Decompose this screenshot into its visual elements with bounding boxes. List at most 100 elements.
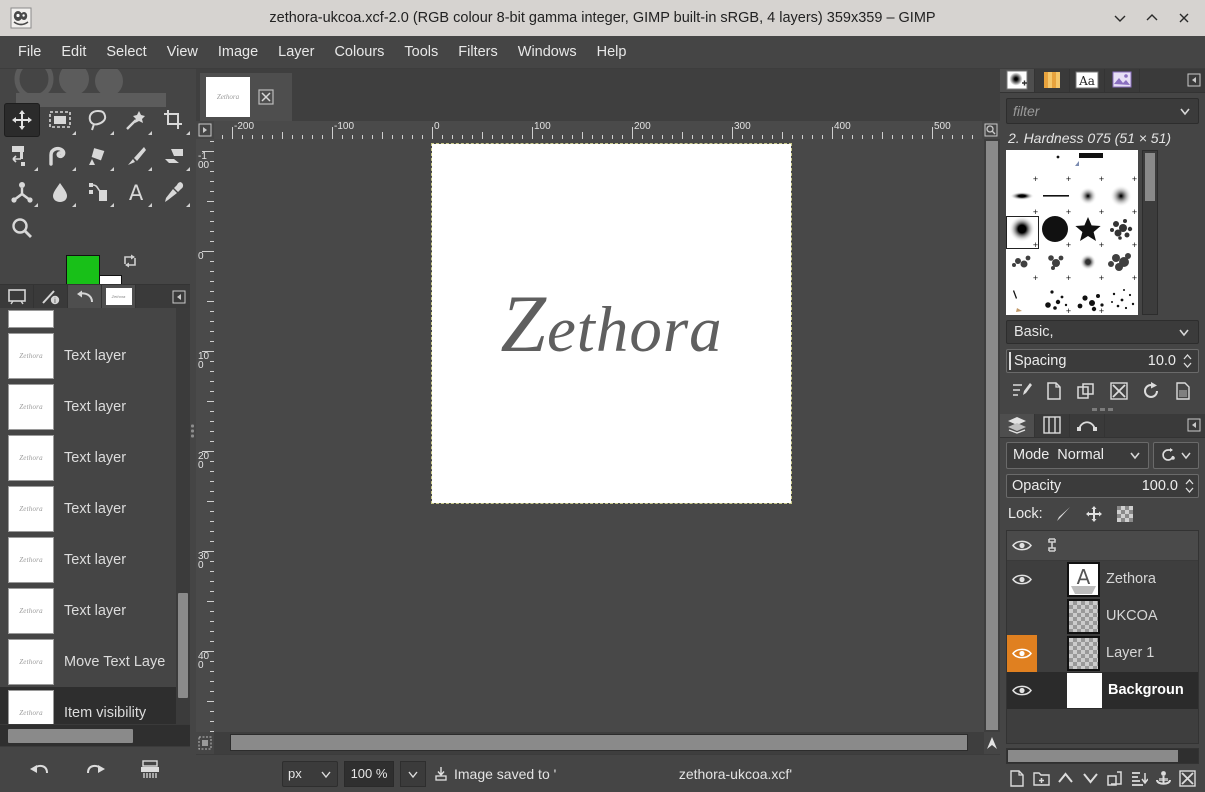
- redo-button[interactable]: [78, 755, 112, 785]
- undo-history-item[interactable]: Zethora Text layer: [0, 534, 190, 585]
- brush-cell[interactable]: +: [1105, 216, 1138, 249]
- blur-sharpen-tool[interactable]: [42, 175, 78, 209]
- scrollbar-thumb[interactable]: [1145, 152, 1155, 201]
- color-picker-tool[interactable]: [156, 175, 190, 209]
- dock-menu-icon[interactable]: [168, 285, 190, 308]
- layer-visibility-toggle[interactable]: [1007, 634, 1037, 672]
- image-canvas[interactable]: Zethora: [431, 143, 792, 504]
- undo-history-item-selected[interactable]: Zethora Item visibility: [0, 687, 190, 724]
- tab-pointer[interactable]: i: [34, 285, 68, 308]
- spacing-stepper[interactable]: [1180, 353, 1194, 369]
- raise-layer-button[interactable]: [1055, 766, 1077, 790]
- brush-cell[interactable]: +: [1039, 183, 1072, 216]
- paintbrush-tool[interactable]: [118, 139, 154, 173]
- layer-visibility-toggle[interactable]: [1007, 561, 1037, 598]
- unit-selector[interactable]: px: [282, 760, 338, 787]
- brush-cell[interactable]: +: [1039, 282, 1072, 315]
- tab-layers[interactable]: [1000, 413, 1035, 437]
- lock-pixels-button[interactable]: [1052, 504, 1074, 524]
- merge-down-button[interactable]: [1128, 766, 1150, 790]
- dock-menu-icon[interactable]: [1183, 414, 1205, 437]
- brush-cell[interactable]: +: [1072, 183, 1105, 216]
- opacity-stepper[interactable]: [1182, 478, 1196, 494]
- layers-horizontal-scrollbar[interactable]: [1006, 747, 1199, 765]
- smudge-tool[interactable]: [4, 175, 40, 209]
- dock-menu-icon[interactable]: [1183, 69, 1205, 92]
- brush-cell[interactable]: +: [1105, 150, 1138, 183]
- scrollbar-thumb[interactable]: [1008, 749, 1178, 763]
- table-row[interactable]: A Zethora: [1007, 561, 1198, 598]
- warp-transform-tool[interactable]: [42, 139, 78, 173]
- menu-windows[interactable]: Windows: [508, 39, 587, 65]
- brush-cell[interactable]: +: [1039, 216, 1072, 249]
- vertical-ruler[interactable]: -100 0 100 200 300 400: [196, 139, 214, 732]
- lower-layer-button[interactable]: [1079, 766, 1101, 790]
- tab-document-thumbnail[interactable]: Zethora: [102, 285, 136, 308]
- tab-patterns[interactable]: [1035, 69, 1070, 92]
- undo-history-item[interactable]: Zethora Text layer: [0, 330, 190, 381]
- brush-cell[interactable]: +: [1105, 249, 1138, 282]
- eraser-tool[interactable]: [156, 139, 190, 173]
- bucket-fill-tool[interactable]: [80, 139, 116, 173]
- delete-brush-button[interactable]: [1106, 379, 1132, 403]
- minimize-button[interactable]: [1105, 3, 1135, 33]
- table-row[interactable]: Layer 1: [1007, 634, 1198, 672]
- text-tool[interactable]: A: [118, 175, 154, 209]
- table-row[interactable]: UKCOA: [1007, 598, 1198, 635]
- undo-history-horizontal-scrollbar[interactable]: [0, 724, 190, 746]
- tab-brushes[interactable]: [1000, 69, 1035, 92]
- brush-filter-input[interactable]: filter: [1006, 97, 1199, 124]
- menu-view[interactable]: View: [157, 39, 208, 65]
- scrollbar-thumb[interactable]: [230, 734, 968, 751]
- brush-grid[interactable]: + + + + + + + + + + + + + + + + + +: [1006, 149, 1138, 315]
- brush-tag-selector[interactable]: Basic,: [1006, 319, 1199, 344]
- close-button[interactable]: [1169, 3, 1199, 33]
- layer-mode-selector[interactable]: Mode Normal: [1006, 441, 1149, 469]
- unified-transform-tool[interactable]: [4, 139, 40, 173]
- quick-mask-icon[interactable]: [196, 732, 214, 754]
- menu-filters[interactable]: Filters: [448, 39, 507, 65]
- brush-cell[interactable]: [1105, 282, 1138, 315]
- navigation-preview-icon[interactable]: [984, 732, 1000, 754]
- undo-history-item[interactable]: [0, 308, 190, 330]
- brush-cell[interactable]: +: [1006, 183, 1039, 216]
- zoom-fit-icon[interactable]: [982, 121, 1000, 139]
- clear-undo-history-button[interactable]: [133, 755, 167, 785]
- duplicate-layer-button[interactable]: [1104, 766, 1126, 790]
- scrollbar-thumb[interactable]: [178, 593, 188, 698]
- foreground-color-swatch[interactable]: [66, 255, 100, 284]
- brush-cell[interactable]: +: [1072, 216, 1105, 249]
- menu-edit[interactable]: Edit: [51, 39, 96, 65]
- brush-cell[interactable]: +: [1006, 150, 1039, 183]
- tab-fonts[interactable]: Aa: [1070, 69, 1105, 92]
- undo-history-item[interactable]: Zethora Text layer: [0, 381, 190, 432]
- menu-tools[interactable]: Tools: [394, 39, 448, 65]
- layer-visibility-toggle[interactable]: [1007, 598, 1037, 635]
- chevron-down-icon[interactable]: [1178, 104, 1192, 118]
- menu-colours[interactable]: Colours: [324, 39, 394, 65]
- menu-layer[interactable]: Layer: [268, 39, 324, 65]
- brush-cell[interactable]: +: [1072, 282, 1105, 315]
- undo-history-vertical-scrollbar[interactable]: [176, 308, 190, 724]
- brush-cell-selected[interactable]: +: [1006, 215, 1039, 249]
- dock-separator-grip[interactable]: [1000, 405, 1205, 414]
- undo-history-item[interactable]: Zethora Move Text Laye: [0, 636, 190, 687]
- zoom-tool[interactable]: [4, 211, 40, 245]
- undo-button[interactable]: [23, 755, 57, 785]
- brush-cell[interactable]: +: [1039, 249, 1072, 282]
- table-row-selected[interactable]: Backgroun: [1007, 671, 1198, 709]
- brush-cell[interactable]: +: [1072, 249, 1105, 282]
- layers-list[interactable]: A Zethora UKCOA Layer 1 Backgroun: [1006, 529, 1199, 744]
- chevron-up-icon[interactable]: [1184, 478, 1195, 486]
- open-brush-as-image-button[interactable]: [1170, 379, 1196, 403]
- brush-grid-scrollbar[interactable]: [1142, 149, 1158, 315]
- layer-mode-switch-button[interactable]: [1153, 441, 1199, 469]
- layer-opacity-slider[interactable]: Opacity 100.0: [1006, 473, 1199, 498]
- horizontal-ruler[interactable]: -200 -100 0 100 200 300 400 500: [214, 121, 982, 139]
- brush-cell[interactable]: +: [1105, 183, 1138, 216]
- canvas-vertical-scrollbar[interactable]: [984, 139, 1000, 732]
- lock-position-button[interactable]: [1083, 504, 1105, 524]
- undo-history-item[interactable]: Zethora Text layer: [0, 483, 190, 534]
- chevron-up-icon[interactable]: [1182, 353, 1193, 361]
- edit-brush-button[interactable]: [1009, 379, 1035, 403]
